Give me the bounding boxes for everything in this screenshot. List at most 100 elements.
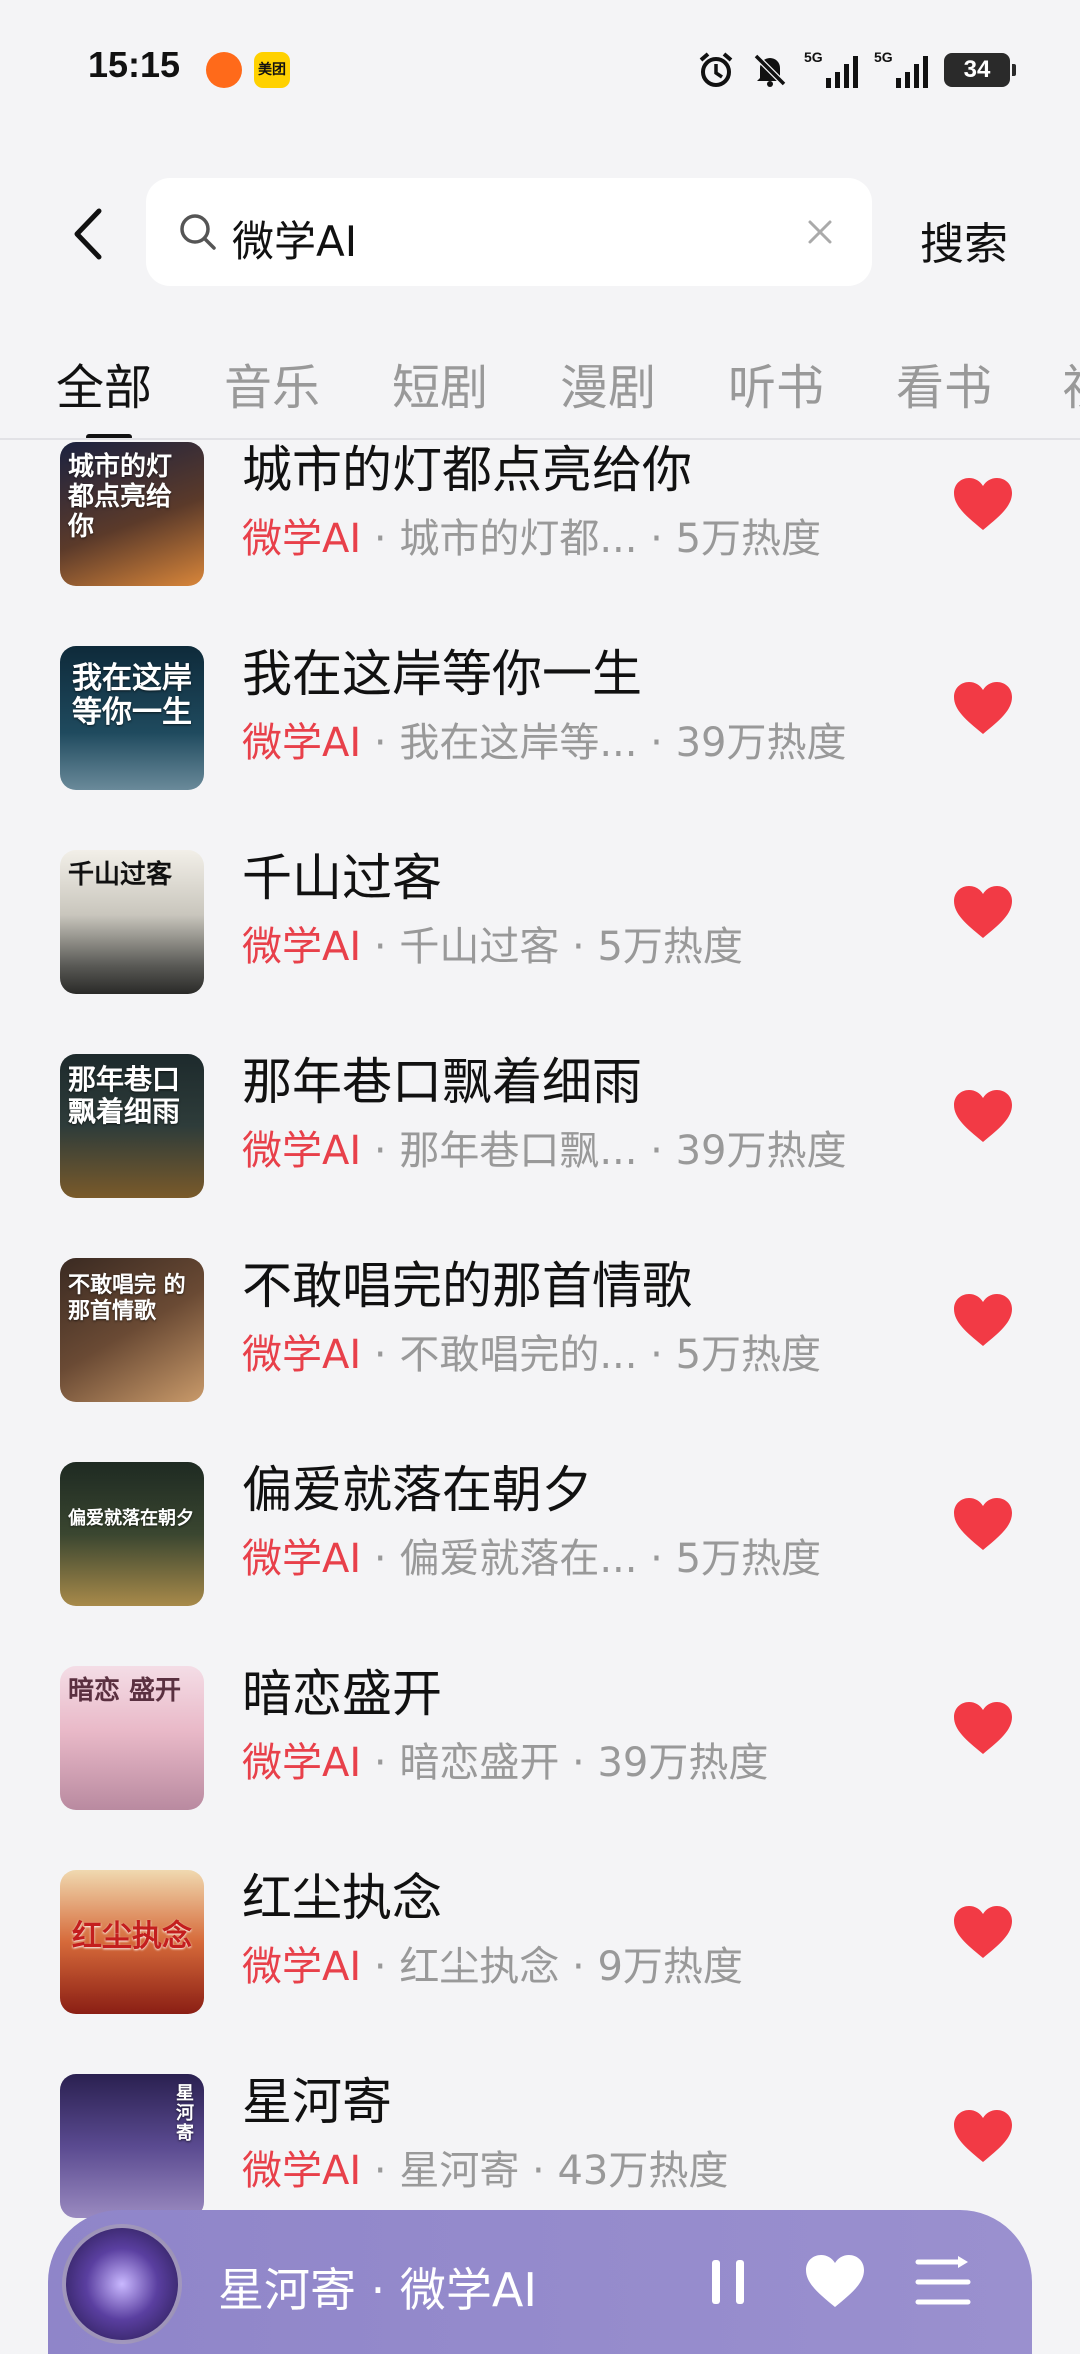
list-item[interactable]: 偏爱就落在朝夕 偏爱就落在朝夕 微学AI · 偏爱就落在... · 5万热度 [0, 1446, 1080, 1606]
mini-player[interactable]: 星河寄 · 微学AI [48, 2210, 1032, 2354]
song-title: 我在这岸等你一生 [242, 645, 642, 703]
heart-icon[interactable] [952, 476, 1014, 532]
alarm-icon [699, 52, 733, 87]
song-artist[interactable]: 微学AI [242, 2148, 361, 2194]
song-info: · 红尘执念 · 9万热度 [361, 1944, 743, 1990]
list-item[interactable]: 不敢唱完 的那首情歌 不敢唱完的那首情歌 微学AI · 不敢唱完的... · 5… [0, 1242, 1080, 1402]
song-title: 不敢唱完的那首情歌 [242, 1257, 692, 1315]
search-query[interactable]: 微学AI [232, 208, 357, 269]
status-bar: 15:15 美团 5G 5G 34 [0, 0, 1080, 130]
song-meta: 微学AI · 我在这岸等... · 39万热度 [242, 710, 847, 768]
cover-title: 千山过客 [68, 860, 173, 890]
list-item[interactable]: 千山过客 千山过客 微学AI · 千山过客 · 5万热度 [0, 834, 1080, 994]
song-artist[interactable]: 微学AI [242, 1128, 361, 1174]
meituan-notification-icon: 美团 [254, 52, 290, 88]
status-time: 15:15 [88, 44, 181, 85]
song-meta: 微学AI · 偏爱就落在... · 5万热度 [242, 1526, 821, 1584]
song-artist[interactable]: 微学AI [242, 1944, 361, 1990]
tab-indicator [86, 434, 132, 438]
status-icons: 5G 5G 34 [696, 48, 1016, 92]
song-artist[interactable]: 微学AI [242, 1536, 361, 1582]
song-title: 红尘执念 [242, 1869, 442, 1927]
list-item[interactable]: 我在这岸 等你一生 我在这岸等你一生 微学AI · 我在这岸等... · 39万… [0, 630, 1080, 790]
search-header: 微学AI 搜索 [0, 178, 1080, 290]
app-notification-icon [206, 52, 242, 88]
list-item[interactable]: 那年巷口 飘着细雨 那年巷口飘着细雨 微学AI · 那年巷口飘... · 39万… [0, 1038, 1080, 1198]
cover-image: 暗恋 盛开 [60, 1666, 204, 1810]
cover-image: 不敢唱完 的那首情歌 [60, 1258, 204, 1402]
cover-image: 星河寄 [60, 2074, 204, 2218]
cover-title: 我在这岸 等你一生 [72, 661, 192, 730]
signal-5g-icon: 5G [804, 49, 858, 88]
song-artist[interactable]: 微学AI [242, 720, 361, 766]
song-meta: 微学AI · 那年巷口飘... · 39万热度 [242, 1118, 847, 1176]
song-meta: 微学AI · 不敢唱完的... · 5万热度 [242, 1322, 821, 1380]
tab-music[interactable]: 音乐 [224, 348, 320, 418]
song-meta: 微学AI · 千山过客 · 5万热度 [242, 914, 743, 972]
search-button[interactable]: 搜索 [920, 208, 1008, 272]
cover-title: 那年巷口 飘着细雨 [68, 1063, 181, 1128]
signal-5g-icon-2: 5G [874, 49, 928, 88]
tab-video[interactable]: 视 [1062, 348, 1080, 418]
close-icon [808, 220, 832, 244]
song-title: 那年巷口飘着细雨 [242, 1053, 642, 1111]
pause-icon[interactable] [702, 2256, 754, 2308]
tab-audiobook[interactable]: 听书 [728, 348, 824, 418]
tab-all[interactable]: 全部 [56, 348, 152, 418]
back-button[interactable] [60, 202, 116, 266]
cover-image: 我在这岸 等你一生 [60, 646, 204, 790]
song-title: 星河寄 [242, 2073, 392, 2131]
song-artist[interactable]: 微学AI [242, 924, 361, 970]
mute-bell-icon [753, 53, 787, 87]
heart-icon[interactable] [952, 680, 1014, 736]
song-info: · 那年巷口飘... · 39万热度 [361, 1128, 847, 1174]
song-artist[interactable]: 微学AI [242, 1740, 361, 1786]
song-info: · 城市的灯都... · 5万热度 [361, 516, 822, 562]
heart-icon[interactable] [952, 1700, 1014, 1756]
tab-books[interactable]: 看书 [896, 348, 992, 418]
cover-image: 偏爱就落在朝夕 [60, 1462, 204, 1606]
song-title: 千山过客 [242, 849, 442, 907]
song-info: · 暗恋盛开 · 39万热度 [361, 1740, 769, 1786]
heart-icon[interactable] [952, 1088, 1014, 1144]
category-tabs: 全部 音乐 短剧 漫剧 听书 看书 视 [0, 330, 1080, 440]
cover-title: 城市的灯 都点亮给你 [68, 452, 173, 542]
song-info: · 星河寄 · 43万热度 [361, 2148, 729, 2194]
song-info: · 不敢唱完的... · 5万热度 [361, 1332, 822, 1378]
chevron-left-icon [74, 208, 102, 260]
cover-title: 暗恋 盛开 [68, 1676, 182, 1706]
cover-title: 偏爱就落在朝夕 [68, 1508, 194, 1529]
now-playing-cover[interactable] [62, 2224, 182, 2344]
list-item[interactable]: 红尘执念 红尘执念 微学AI · 红尘执念 · 9万热度 [0, 1854, 1080, 2014]
tab-short-drama[interactable]: 短剧 [392, 348, 488, 418]
heart-icon[interactable] [952, 1292, 1014, 1348]
list-item[interactable]: 暗恋 盛开 暗恋盛开 微学AI · 暗恋盛开 · 39万热度 [0, 1650, 1080, 1810]
heart-icon[interactable] [952, 1904, 1014, 1960]
clear-button[interactable] [796, 208, 844, 256]
song-title: 偏爱就落在朝夕 [242, 1461, 592, 1519]
heart-icon[interactable] [952, 1496, 1014, 1552]
song-meta: 微学AI · 城市的灯都... · 5万热度 [242, 506, 821, 564]
now-playing-title[interactable]: 星河寄 · 微学AI [218, 2254, 537, 2320]
heart-icon[interactable] [952, 884, 1014, 940]
cover-title: 星河寄 [176, 2083, 194, 2144]
song-meta: 微学AI · 星河寄 · 43万热度 [242, 2138, 728, 2196]
cover-image: 千山过客 [60, 850, 204, 994]
song-info: · 千山过客 · 5万热度 [361, 924, 743, 970]
cover-title: 不敢唱完 的那首情歌 [68, 1272, 186, 1324]
list-item[interactable]: 星河寄 星河寄 微学AI · 星河寄 · 43万热度 [0, 2058, 1080, 2218]
song-artist[interactable]: 微学AI [242, 1332, 361, 1378]
heart-icon[interactable] [952, 2108, 1014, 2164]
cover-image: 城市的灯 都点亮给你 [60, 442, 204, 586]
heart-icon[interactable] [804, 2252, 866, 2310]
cover-image: 那年巷口 飘着细雨 [60, 1054, 204, 1198]
tab-comic-drama[interactable]: 漫剧 [560, 348, 656, 418]
song-artist[interactable]: 微学AI [242, 516, 361, 562]
search-icon [180, 214, 216, 250]
playlist-icon[interactable] [914, 2254, 972, 2310]
list-item[interactable]: 城市的灯 都点亮给你 城市的灯都点亮给你 微学AI · 城市的灯都... · 5… [0, 442, 1080, 586]
song-meta: 微学AI · 红尘执念 · 9万热度 [242, 1934, 743, 1992]
svg-text:5G: 5G [874, 49, 893, 65]
song-list: 城市的灯 都点亮给你 城市的灯都点亮给你 微学AI · 城市的灯都... · 5… [0, 442, 1080, 2302]
search-input[interactable]: 微学AI [146, 178, 872, 286]
